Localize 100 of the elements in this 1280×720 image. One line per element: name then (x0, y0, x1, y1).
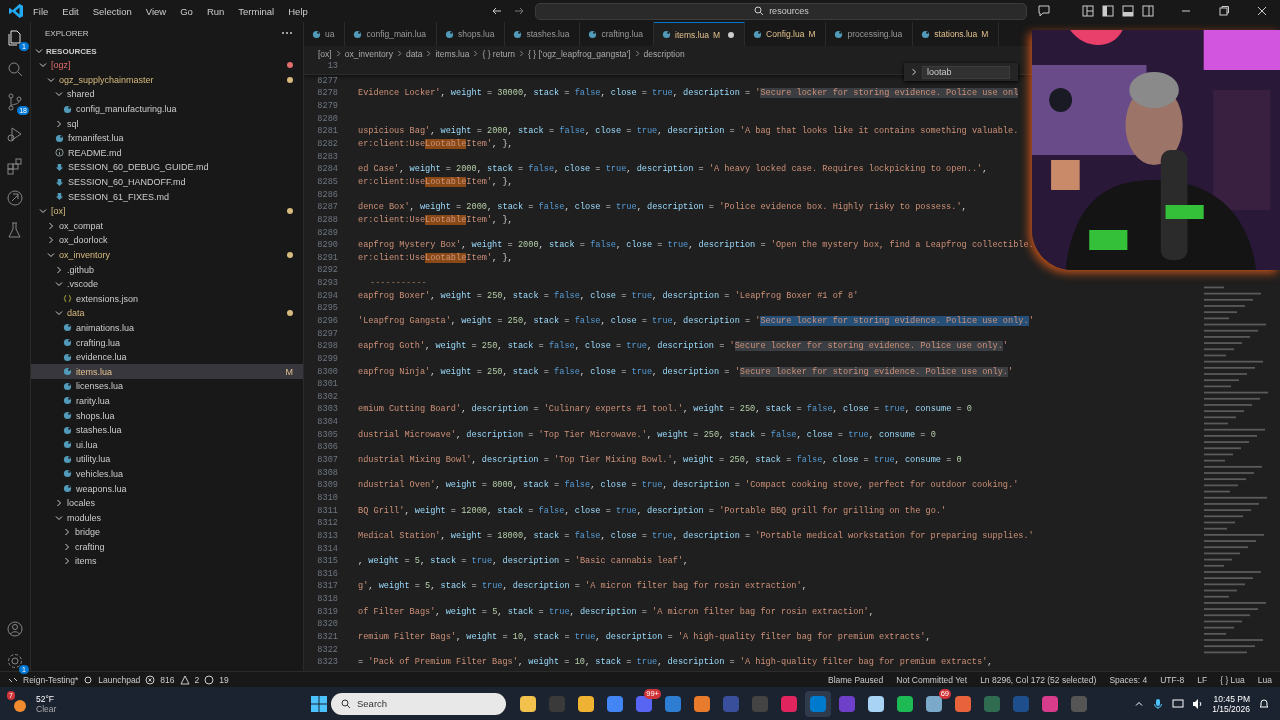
breadcrumb-item[interactable]: items.lua (435, 48, 470, 59)
tree-item[interactable]: modules (31, 510, 303, 525)
editor-tab[interactable]: processing.lua (826, 22, 914, 46)
breadcrumb-item[interactable]: data (405, 48, 423, 59)
tree-item[interactable]: crafting (31, 539, 303, 555)
back-arrow-icon[interactable] (491, 5, 504, 17)
secondary-sidebar-icon[interactable] (1142, 5, 1154, 17)
chevron-down-icon[interactable] (35, 47, 43, 55)
clock-time[interactable]: 10:45 PM (1213, 693, 1250, 704)
menu-item[interactable]: Edit (57, 5, 84, 17)
tree-item[interactable]: SESSION_61_FIXES.md (31, 189, 303, 204)
warning-count[interactable]: 2 (194, 674, 200, 685)
tree-item[interactable]: ui.lua (31, 437, 303, 453)
tree-item[interactable]: crafting.lua (31, 335, 303, 350)
tree-item[interactable]: [ogz] (31, 58, 303, 73)
tree-item[interactable]: items (31, 554, 303, 569)
tree-item[interactable]: shared (31, 87, 303, 102)
sync-icon[interactable] (83, 674, 94, 685)
menu-item[interactable]: Help (283, 5, 313, 17)
tree-item[interactable]: shops.lua (31, 408, 303, 423)
tree-item[interactable]: fxmanifest.lua (31, 130, 303, 146)
tree-item[interactable]: items.lua M (31, 364, 303, 380)
status-item[interactable]: UTF-8 (1160, 674, 1185, 685)
tree-item[interactable]: .vscode (31, 276, 303, 292)
status-item[interactable]: Not Committed Yet (896, 674, 968, 685)
close-icon[interactable] (1256, 5, 1268, 17)
tree-item[interactable]: rarity.lua (31, 393, 303, 409)
account-icon[interactable] (5, 619, 25, 639)
editor-tab[interactable]: stashes.lua (505, 22, 581, 46)
moon-icon (63, 338, 72, 348)
code-line: ed Case', weight = 2000, stack = false, close = true, description = 'A heavy locked case. Requires lockpicking to open..', (358, 164, 988, 175)
tree-item[interactable]: ox_compat (31, 218, 303, 234)
extensions-icon[interactable] (5, 156, 25, 176)
menu-item[interactable]: File (28, 5, 54, 17)
tree-item[interactable]: licenses.lua (31, 379, 303, 394)
tree-item[interactable]: data (31, 306, 303, 321)
breadcrumb-item[interactable]: [ox] (318, 48, 332, 59)
tree-item[interactable]: weapons.lua (31, 481, 303, 496)
tree-item[interactable]: locales (31, 495, 303, 511)
windows-start-icon[interactable] (310, 694, 328, 713)
status-item[interactable]: Lua (1257, 674, 1272, 685)
tree-item[interactable]: extensions.json (31, 291, 303, 307)
monitor-icon[interactable] (1172, 697, 1185, 710)
tree-item[interactable]: stashes.lua (31, 422, 303, 438)
sidebar-toggle-icon[interactable] (1102, 5, 1114, 17)
status-item[interactable]: LF (1197, 674, 1208, 685)
breadcrumb-item[interactable]: ox_inventory (344, 48, 393, 59)
status-item[interactable]: Ln 8296, Col 172 (52 selected) (980, 674, 1097, 685)
line-number: 8309 (316, 480, 339, 491)
section-title[interactable]: RESOURCES (46, 46, 97, 56)
editor-tab[interactable]: stations.lua M (913, 22, 1000, 46)
layout-icon[interactable] (1082, 5, 1094, 17)
launchpad-status[interactable]: Launchpad (98, 674, 141, 685)
branch-status[interactable]: Reign-Testing* (23, 674, 79, 685)
tree-item[interactable]: bridge (31, 525, 303, 540)
breadcrumb-item[interactable]: { } ['ogz_leapfrog_gangsta'] (528, 48, 631, 59)
editor-tab[interactable]: Config.lua M (745, 22, 827, 46)
tree-item[interactable]: config_manufacturing.lua (31, 101, 303, 117)
tree-item[interactable]: vehicles.lua (31, 466, 303, 482)
find-input[interactable]: lootab (922, 65, 1010, 79)
tree-item[interactable]: evidence.lua (31, 349, 303, 365)
restore-icon[interactable] (1218, 5, 1230, 17)
editor-tab[interactable]: config_main.lua (345, 22, 437, 46)
breadcrumb-item[interactable]: { } return (482, 48, 516, 59)
microphone-icon[interactable] (1152, 697, 1165, 710)
menu-item[interactable]: View (140, 5, 172, 17)
tree-item[interactable]: sql (31, 116, 303, 131)
chevron-right-icon[interactable] (910, 68, 918, 76)
forward-arrow-icon[interactable] (513, 5, 526, 17)
menu-item[interactable]: Run (201, 5, 230, 17)
tree-item[interactable]: utility.lua (31, 452, 303, 467)
line-number: 8312 (316, 518, 339, 529)
error-count[interactable]: 816 (160, 674, 175, 685)
panel-toggle-icon[interactable] (1122, 5, 1134, 17)
breadcrumb-item[interactable]: description (643, 48, 685, 59)
status-item[interactable]: Spaces: 4 (1109, 674, 1148, 685)
tree-item[interactable]: .github (31, 262, 303, 277)
bell-icon[interactable] (1258, 697, 1270, 710)
menu-item[interactable]: Selection (87, 5, 137, 17)
taskbar-search-field[interactable]: Search (331, 692, 506, 715)
tree-item[interactable]: SESSION_60_HANDOFF.md (31, 174, 303, 190)
tree-item[interactable]: ogz_supplychainmaster (31, 72, 303, 88)
tree-item[interactable]: ox_doorlock (31, 233, 303, 248)
menu-item[interactable]: Go (175, 5, 198, 17)
tree-item[interactable]: [ox] (31, 203, 303, 219)
status-item[interactable]: Blame Paused (827, 674, 884, 685)
clock-date[interactable]: 1/15/2026 (1212, 703, 1250, 714)
menu-item[interactable]: Terminal (233, 5, 280, 17)
command-center[interactable]: resources (535, 2, 1028, 20)
tree-item[interactable]: README.md (31, 145, 303, 161)
editor-tab[interactable]: ua (304, 22, 346, 46)
status-item[interactable]: { } Lua (1220, 674, 1245, 685)
info-count[interactable]: 19 (219, 674, 229, 685)
editor-tab[interactable]: shops.lua (437, 22, 506, 46)
code-line: eapfrog Boxer', weight = 250, stack = false, close = true, description = 'Leapfrog Boxer #1 of 8' (358, 290, 859, 301)
tree-item[interactable]: SESSION_60_DEBUG_GUIDE.md (31, 160, 303, 175)
tree-item[interactable]: ox_inventory (31, 247, 303, 263)
tree-item[interactable]: animations.lua (31, 320, 303, 336)
line-number: 8285 (316, 176, 339, 187)
editor-tab[interactable]: items.lua M (654, 22, 746, 46)
